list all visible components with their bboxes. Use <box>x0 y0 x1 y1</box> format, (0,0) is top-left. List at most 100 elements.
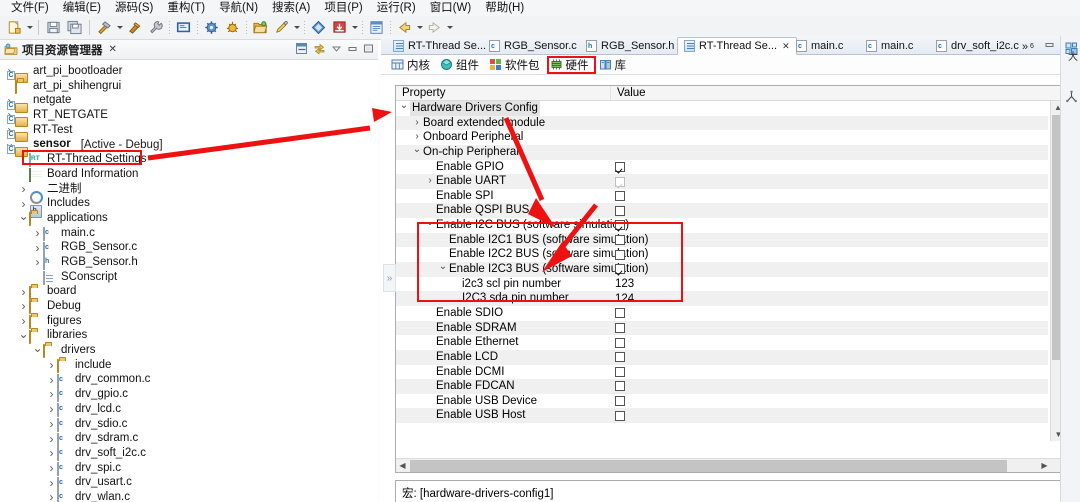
expand-arrow-icon[interactable] <box>18 300 29 312</box>
chevron-down-icon[interactable] <box>350 18 359 37</box>
property-value[interactable] <box>615 218 625 233</box>
checkbox[interactable] <box>615 249 625 260</box>
tree-item[interactable]: drv_soft_i2c.c <box>0 446 378 462</box>
checkbox[interactable] <box>615 205 625 216</box>
chevron-down-icon[interactable] <box>115 18 124 37</box>
checkbox[interactable] <box>615 176 625 187</box>
maximize-icon[interactable] <box>363 43 374 57</box>
checkbox[interactable] <box>615 308 625 319</box>
property-row[interactable]: Enable I2C1 BUS (software simulation) <box>396 232 1048 248</box>
property-row[interactable]: I2C3 sda pin number 124 <box>396 291 1048 306</box>
collapse-arrow-icon[interactable] <box>437 262 449 277</box>
editor-tab[interactable]: drv_soft_i2c.c <box>929 37 1026 55</box>
menu-project[interactable]: 项目(P) <box>317 0 369 16</box>
checkbox[interactable] <box>615 191 625 202</box>
tree-item[interactable]: include <box>0 358 378 374</box>
property-row[interactable]: Enable Ethernet <box>396 335 1048 350</box>
property-row[interactable]: Enable FDCAN <box>396 379 1048 394</box>
menu-source[interactable]: 源码(S) <box>108 0 160 16</box>
property-row[interactable]: Enable SDIO <box>396 305 1048 321</box>
property-table-hscrollbar[interactable]: ◀ ▶ <box>396 458 1067 472</box>
property-row[interactable]: Enable DCMI <box>396 364 1048 380</box>
save-icon[interactable] <box>44 18 63 37</box>
checkbox[interactable] <box>615 396 625 407</box>
property-value[interactable]: 124 <box>615 291 634 306</box>
tree-item[interactable]: drv_sdio.c <box>0 417 378 432</box>
property-table-body[interactable]: Hardware Drivers ConfigBoard extended mo… <box>396 101 1048 441</box>
clean-icon[interactable] <box>125 18 144 37</box>
checkbox[interactable] <box>615 161 625 172</box>
tab-components[interactable]: 组件 <box>437 56 486 74</box>
editor-icon[interactable] <box>367 18 386 37</box>
expand-arrow-icon[interactable] <box>46 374 57 386</box>
search-diamond-icon[interactable] <box>309 18 328 37</box>
menu-help[interactable]: 帮助(H) <box>478 0 531 16</box>
expand-arrow-icon[interactable] <box>46 477 57 489</box>
outline-view-icon[interactable] <box>1061 84 1080 108</box>
tree-item[interactable]: drivers <box>0 343 378 359</box>
expand-arrow-icon[interactable] <box>46 418 57 430</box>
tree-item[interactable]: drv_sdram.c <box>0 431 378 447</box>
tree-item[interactable]: Csensor[Active - Debug] <box>0 137 378 157</box>
checkbox[interactable] <box>615 410 625 421</box>
checkbox[interactable] <box>615 381 625 392</box>
collapse-arrow-icon[interactable] <box>411 145 423 160</box>
property-value[interactable] <box>615 247 625 262</box>
checkbox[interactable] <box>615 352 625 363</box>
close-icon[interactable]: ✕ <box>109 44 117 55</box>
property-value[interactable] <box>615 262 625 277</box>
tab-kernel[interactable]: 内核 <box>388 56 437 74</box>
tree-item[interactable]: SConscript <box>0 270 378 285</box>
property-row[interactable]: Enable I2C2 BUS (software simulation) <box>396 247 1048 263</box>
tree-item[interactable]: board <box>0 284 378 300</box>
checkbox[interactable] <box>615 220 625 231</box>
expand-arrow-icon[interactable] <box>18 315 29 327</box>
menu-run[interactable]: 运行(R) <box>370 0 423 16</box>
property-row[interactable]: Enable QSPI BUS <box>396 203 1048 219</box>
tree-item[interactable]: drv_lcd.c <box>0 402 378 418</box>
download-icon[interactable] <box>330 18 349 37</box>
editor-tab[interactable]: RT-Thread Se... <box>386 37 493 55</box>
tree-item[interactable]: RT-Thread Settings <box>0 152 378 168</box>
expand-arrow-icon[interactable] <box>46 462 57 474</box>
expand-arrow-icon[interactable] <box>46 403 57 415</box>
expand-arrow-icon[interactable] <box>18 183 29 195</box>
tree-item[interactable]: drv_wlan.c <box>0 490 378 502</box>
tree-item[interactable]: applications <box>0 211 378 227</box>
scroll-left-icon[interactable]: ◀ <box>396 459 409 472</box>
property-value[interactable] <box>615 189 625 204</box>
property-row[interactable]: i2c3 scl pin number 123 <box>396 276 1048 292</box>
tree-item[interactable]: art_pi_shihengrui <box>0 79 378 95</box>
scroll-right-icon[interactable]: ▶ <box>1038 459 1051 472</box>
editor-tab[interactable]: main.c <box>859 37 920 55</box>
menu-search[interactable]: 搜索(A) <box>265 0 317 16</box>
tree-item[interactable]: Includes <box>0 196 378 211</box>
chevron-down-icon[interactable] <box>25 18 34 37</box>
menu-navigate[interactable]: 导航(N) <box>212 0 265 16</box>
tree-item[interactable]: Board Information <box>0 167 378 183</box>
property-row[interactable]: Enable GPIO <box>396 159 1048 175</box>
property-row[interactable]: On-chip Peripheral <box>396 144 1048 160</box>
expand-arrow-icon[interactable] <box>32 242 43 254</box>
tree-item[interactable]: CRT-Test <box>0 123 378 143</box>
tree-item[interactable]: Cart_pi_bootloader <box>0 64 378 84</box>
property-value[interactable] <box>615 160 625 175</box>
property-value[interactable] <box>615 350 625 365</box>
minimize-icon[interactable] <box>347 43 358 57</box>
property-value[interactable] <box>615 408 625 423</box>
restore-view-button[interactable]: » <box>383 264 396 292</box>
console-icon[interactable] <box>174 18 193 37</box>
expand-arrow-icon[interactable] <box>411 116 423 131</box>
property-value[interactable] <box>615 394 625 409</box>
property-row[interactable]: Enable UART <box>396 174 1048 189</box>
tree-item[interactable]: drv_gpio.c <box>0 387 378 403</box>
new-icon[interactable] <box>5 18 24 37</box>
chevron-down-icon[interactable] <box>292 18 301 37</box>
property-value[interactable] <box>615 335 625 350</box>
property-row[interactable]: Enable SPI <box>396 188 1048 204</box>
back-arrow-icon[interactable] <box>395 18 414 37</box>
collapse-arrow-icon[interactable] <box>18 330 29 342</box>
tree-item[interactable]: CRT_NETGATE <box>0 108 378 128</box>
expand-arrow-icon[interactable] <box>46 388 57 400</box>
tree-item[interactable]: Debug <box>0 299 378 315</box>
